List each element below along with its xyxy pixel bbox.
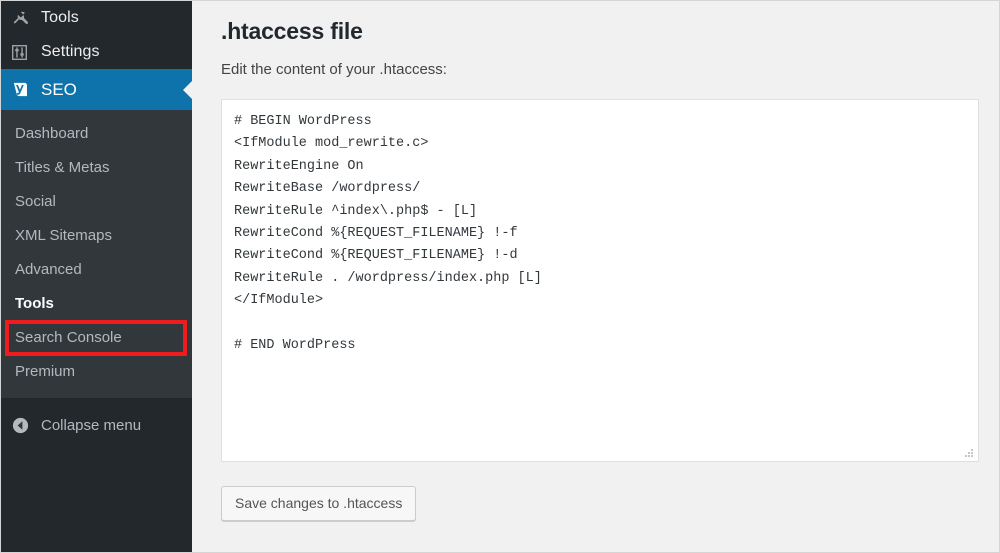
yoast-logo-icon: [11, 80, 37, 99]
sidebar-item-tools-submenu-label: Tools: [15, 295, 54, 312]
sidebar-item-premium[interactable]: Premium: [1, 355, 192, 389]
sidebar-item-advanced-label: Advanced: [15, 261, 82, 278]
collapse-arrow-left-icon: [11, 416, 37, 435]
seo-submenu: Dashboard Titles & Metas Social XML Site…: [1, 110, 192, 398]
sidebar-item-xml-sitemaps[interactable]: XML Sitemaps: [1, 219, 192, 253]
sidebar-item-dashboard-label: Dashboard: [15, 125, 88, 142]
admin-sidebar: Tools Settings: [1, 1, 192, 553]
sliders-icon: [11, 44, 37, 61]
sidebar-item-tools-submenu[interactable]: Tools: [1, 287, 192, 321]
sidebar-item-titles-metas[interactable]: Titles & Metas: [1, 151, 192, 185]
sidebar-item-settings[interactable]: Settings: [1, 35, 192, 69]
save-htaccess-button[interactable]: Save changes to .htaccess: [221, 486, 416, 521]
sidebar-item-tools-label: Tools: [37, 9, 79, 27]
sidebar-item-seo-label: SEO: [37, 80, 77, 100]
sidebar-item-settings-label: Settings: [37, 43, 100, 61]
sidebar-item-xml-sitemaps-label: XML Sitemaps: [15, 227, 112, 244]
wordpress-admin-screen: Tools Settings: [0, 0, 1000, 553]
collapse-menu-label: Collapse menu: [37, 417, 141, 434]
sidebar-item-titles-metas-label: Titles & Metas: [15, 159, 109, 176]
sidebar-item-dashboard[interactable]: Dashboard: [1, 117, 192, 151]
sidebar-item-social-label: Social: [15, 193, 56, 210]
admin-menu: Tools Settings: [1, 1, 192, 442]
htaccess-editor-wrapper: [221, 99, 979, 462]
page-title: .htaccess file: [192, 1, 999, 45]
collapse-menu-button[interactable]: Collapse menu: [1, 408, 192, 442]
active-menu-notch-icon: [183, 81, 192, 99]
main-content: .htaccess file Edit the content of your …: [192, 1, 999, 552]
sidebar-item-premium-label: Premium: [15, 363, 75, 380]
sidebar-item-search-console[interactable]: Search Console: [1, 321, 192, 355]
sidebar-item-tools[interactable]: Tools: [1, 1, 192, 35]
sidebar-item-seo[interactable]: SEO: [1, 69, 192, 110]
wrench-icon: [11, 10, 37, 27]
sidebar-item-search-console-label: Search Console: [15, 329, 122, 346]
sidebar-item-advanced[interactable]: Advanced: [1, 253, 192, 287]
submit-row: Save changes to .htaccess: [192, 462, 999, 521]
page-description: Edit the content of your .htaccess:: [192, 45, 999, 78]
sidebar-item-social[interactable]: Social: [1, 185, 192, 219]
htaccess-textarea[interactable]: [221, 99, 979, 462]
